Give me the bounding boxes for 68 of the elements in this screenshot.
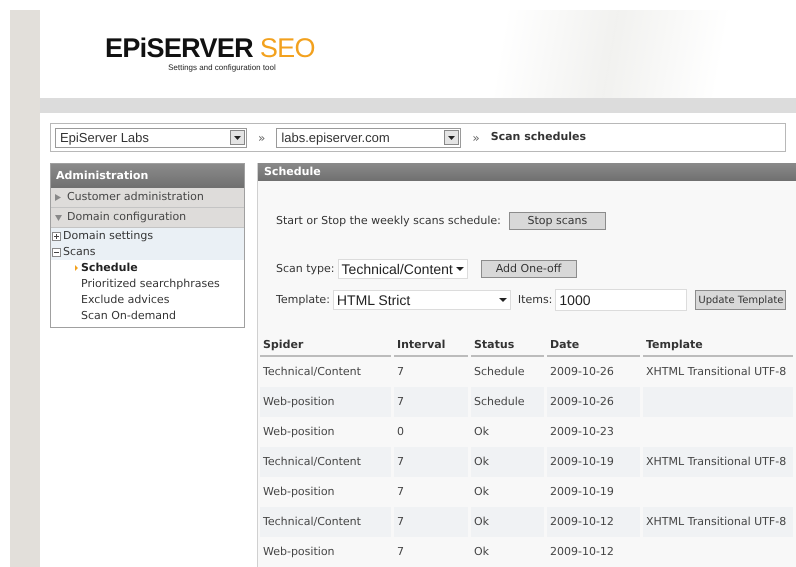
table-cell-text: XHTML Transitional UTF-8 bbox=[645, 364, 788, 380]
button[interactable]: Update Template bbox=[695, 290, 786, 310]
table-cell: 7 bbox=[394, 447, 468, 477]
breadcrumb-separator: » bbox=[472, 130, 480, 146]
field-label: Template: bbox=[276, 292, 330, 308]
table-cell-text: 2009-10-12 bbox=[549, 544, 615, 560]
logo: EPiSERVER SEO bbox=[105, 34, 315, 62]
sidebar-header: Administration bbox=[51, 164, 244, 188]
table-cell-text: Ok bbox=[473, 424, 490, 440]
logo-tagline: Settings and configuration tool bbox=[168, 62, 276, 74]
table-cell: XHTML Transitional UTF-8 bbox=[643, 507, 793, 537]
sidebar-section[interactable]: Customer administration bbox=[51, 188, 244, 208]
column-header: Spider bbox=[260, 335, 391, 357]
table-cell-text: Ok bbox=[473, 544, 490, 560]
table-cell-text: Web-position bbox=[262, 544, 336, 560]
expand-icon[interactable] bbox=[52, 232, 61, 240]
tree-item[interactable]: Scans bbox=[63, 244, 96, 260]
table-cell-text: 7 bbox=[396, 544, 405, 560]
table-cell: 7 bbox=[394, 507, 468, 537]
table-cell: Technical/Content bbox=[260, 447, 391, 477]
button[interactable]: Add One-off bbox=[480, 260, 577, 278]
column-header: Template bbox=[643, 335, 793, 357]
table-cell-text: 7 bbox=[396, 484, 405, 500]
collapse-icon[interactable] bbox=[52, 248, 61, 256]
table-cell: 2009-10-19 bbox=[547, 447, 640, 477]
table-cell: 7 bbox=[394, 387, 468, 417]
table-cell-text: 7 bbox=[396, 364, 405, 380]
caret-down-icon bbox=[55, 213, 64, 222]
table-cell-text: 0 bbox=[396, 424, 405, 440]
dropdown[interactable]: EpiServer Labs bbox=[55, 128, 247, 148]
sidebar-link[interactable]: Scan On-demand bbox=[75, 308, 176, 324]
caret-right-icon bbox=[75, 265, 78, 271]
table-cell: Schedule bbox=[471, 387, 544, 417]
sidebar-link[interactable]: Exclude advices bbox=[75, 292, 170, 308]
button[interactable]: Stop scans bbox=[508, 212, 606, 230]
dropdown-arrow-icon bbox=[498, 298, 507, 302]
table-cell: Web-position bbox=[260, 387, 391, 417]
table-cell: Ok bbox=[471, 447, 544, 477]
table-cell: Technical/Content bbox=[260, 507, 391, 537]
field-label: Items: bbox=[518, 292, 552, 308]
table-cell-text: 2009-10-23 bbox=[549, 424, 615, 440]
dropdown[interactable]: HTML Strict bbox=[332, 290, 511, 310]
items-input[interactable]: 1000 bbox=[555, 289, 688, 311]
table-cell-text: Technical/Content bbox=[262, 364, 362, 380]
sidebar-link[interactable]: Prioritized searchphrases bbox=[75, 276, 220, 292]
sidebar-link[interactable]: Schedule bbox=[75, 260, 138, 276]
table-cell-text: Web-position bbox=[262, 484, 336, 500]
dropdown[interactable]: labs.episerver.com bbox=[276, 128, 462, 148]
table-cell: XHTML Transitional UTF-8 bbox=[643, 447, 793, 477]
table-cell: 2009-10-12 bbox=[547, 507, 640, 537]
table-cell: Ok bbox=[471, 507, 544, 537]
table-cell-text: 2009-10-26 bbox=[549, 364, 615, 380]
dropdown[interactable]: Technical/Content bbox=[338, 259, 468, 279]
table-cell-text: Schedule bbox=[473, 364, 526, 380]
breadcrumb-separator: » bbox=[258, 130, 266, 146]
column-header: Date bbox=[547, 335, 640, 357]
column-header: Interval bbox=[394, 335, 468, 357]
table-cell-text: Web-position bbox=[262, 424, 336, 440]
table-cell-text: Ok bbox=[473, 484, 490, 500]
dropdown-arrow-icon bbox=[456, 267, 464, 271]
column-header: Status bbox=[471, 335, 544, 357]
breadcrumb-current: Scan schedules bbox=[490, 129, 586, 146]
sidebar-section[interactable]: Domain configuration bbox=[51, 208, 244, 228]
field-label: Start or Stop the weekly scans schedule: bbox=[276, 212, 501, 229]
field-label: Scan type: bbox=[276, 260, 335, 277]
table-cell-text: 2009-10-19 bbox=[549, 484, 615, 500]
table-cell: 2009-10-26 bbox=[547, 387, 640, 417]
panel-header: Schedule bbox=[258, 163, 796, 181]
